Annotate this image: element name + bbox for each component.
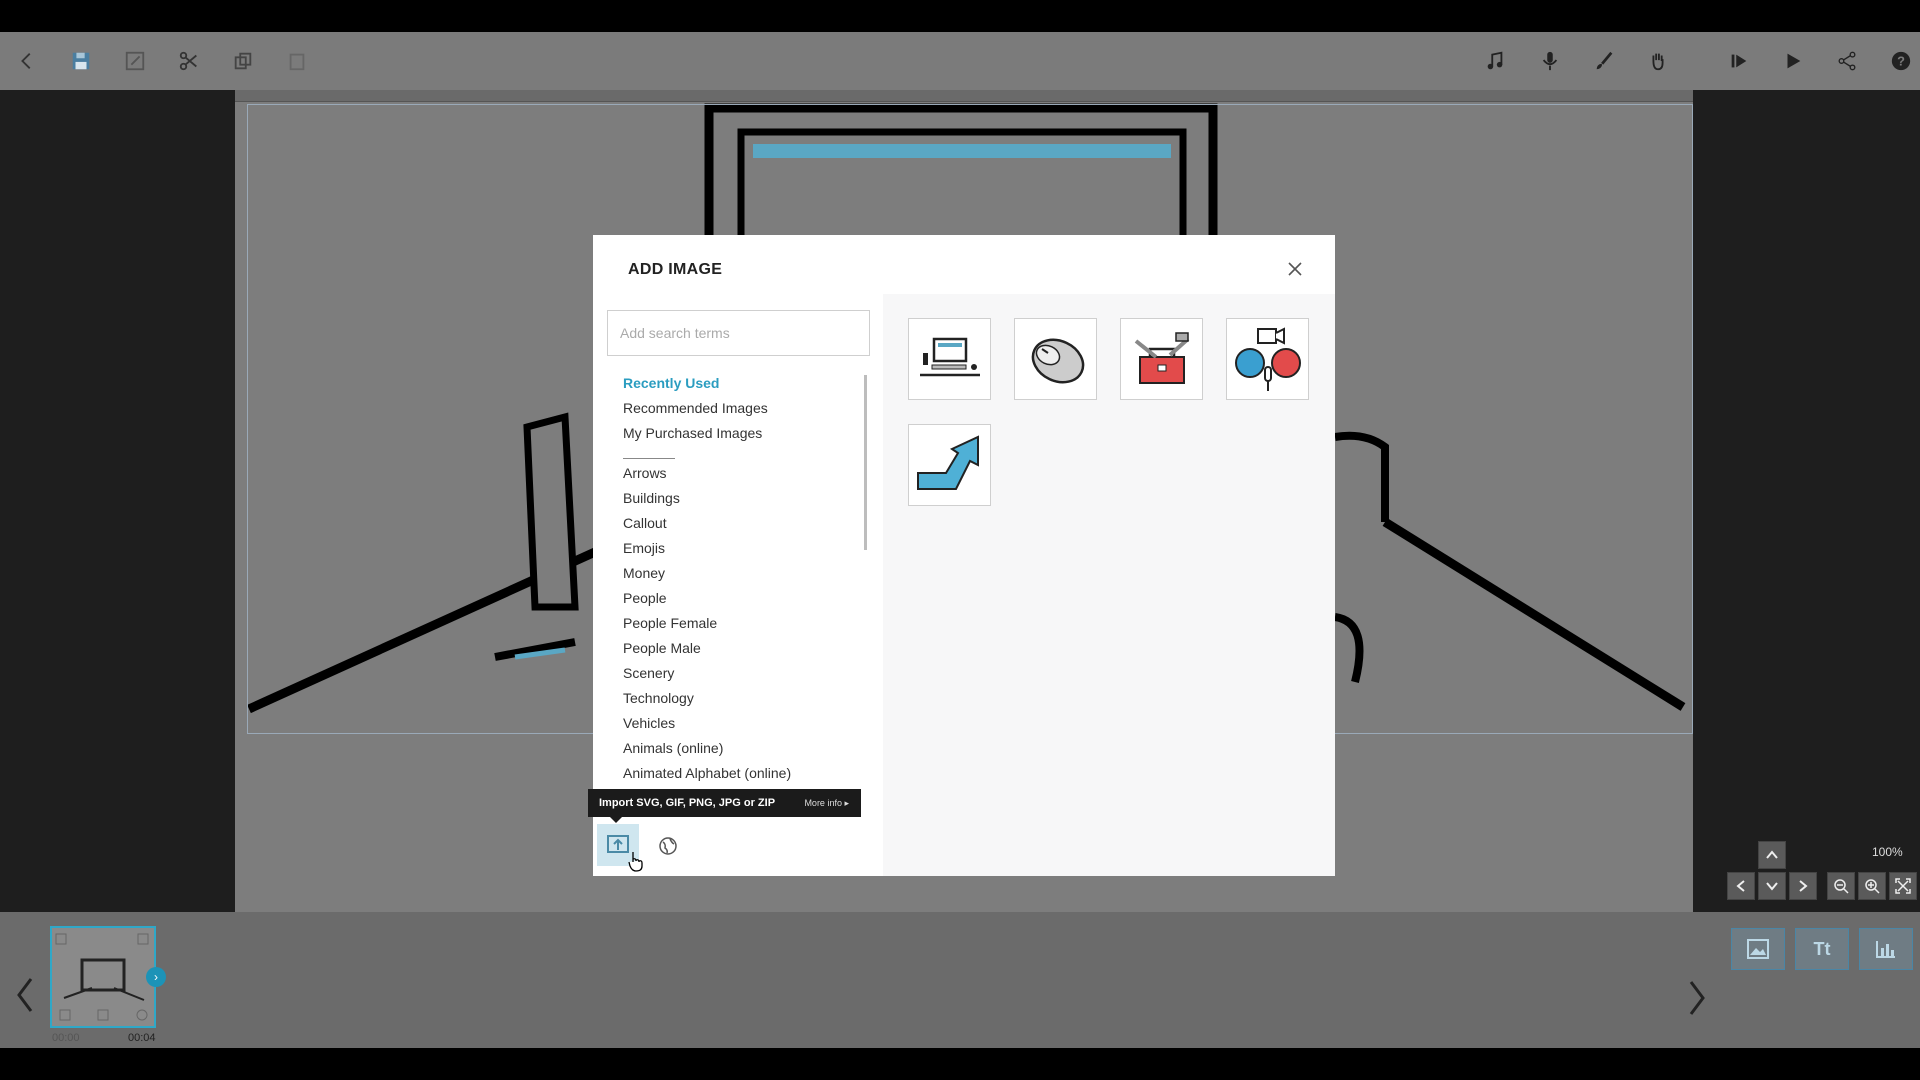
computer-desk-image[interactable] xyxy=(908,318,991,400)
scene-thumbnail[interactable] xyxy=(50,926,156,1028)
category-people[interactable]: People xyxy=(623,590,667,606)
right-gutter xyxy=(1693,90,1920,912)
top-toolbar: ? xyxy=(0,32,1920,90)
category-buildings[interactable]: Buildings xyxy=(623,490,680,506)
zoom-level: 100% xyxy=(1872,845,1903,859)
category-technology[interactable]: Technology xyxy=(623,690,694,706)
category-people-female[interactable]: People Female xyxy=(623,615,717,631)
more-info-link[interactable]: More info ▸ xyxy=(804,798,849,809)
thumbnail-expand-icon[interactable]: › xyxy=(146,967,166,987)
timeline-next-icon[interactable] xyxy=(1680,973,1714,1023)
start-time: 00:00 xyxy=(52,1032,80,1044)
category-people-male[interactable]: People Male xyxy=(623,640,701,656)
tooltip-text: Import SVG, GIF, PNG, JPG or ZIP xyxy=(599,797,776,809)
chart-icon xyxy=(1876,941,1895,958)
help-icon[interactable]: ? xyxy=(1886,46,1916,76)
paste-icon[interactable] xyxy=(282,46,312,76)
letterbox-bottom xyxy=(0,1048,1920,1080)
timeline-prev-icon[interactable] xyxy=(8,970,42,1020)
category-my-purchased-images[interactable]: My Purchased Images xyxy=(623,425,762,441)
fit-screen-icon[interactable] xyxy=(1889,872,1917,900)
cut-icon[interactable] xyxy=(174,46,204,76)
category-animated-alphabet-online[interactable]: Animated Alphabet (online) xyxy=(623,765,791,781)
category-arrows[interactable]: Arrows xyxy=(623,465,667,481)
category-scenery[interactable]: Scenery xyxy=(623,665,674,681)
letterbox-top xyxy=(0,0,1920,32)
left-gutter xyxy=(0,90,235,912)
share-icon[interactable] xyxy=(1832,46,1862,76)
tooltip-arrow xyxy=(610,817,622,823)
category-callout[interactable]: Callout xyxy=(623,515,667,531)
zoom-in-icon[interactable] xyxy=(1858,872,1886,900)
save-icon[interactable] xyxy=(66,46,96,76)
add-text-label: Tt xyxy=(1813,938,1831,959)
end-time: 00:04 xyxy=(128,1032,156,1044)
add-chart-button[interactable] xyxy=(1859,928,1913,970)
category-list: Recently Used Recommended Images My Purc… xyxy=(607,375,877,785)
back-icon[interactable] xyxy=(12,46,42,76)
hand-cursor-icon xyxy=(628,852,643,872)
category-money[interactable]: Money xyxy=(623,565,665,581)
toolbox-image[interactable] xyxy=(1120,318,1203,400)
pan-right-icon[interactable] xyxy=(1789,872,1817,900)
pan-up-icon[interactable] xyxy=(1758,841,1786,869)
svg-text:?: ? xyxy=(1897,54,1905,69)
play-from-icon[interactable] xyxy=(1724,46,1754,76)
hand-icon[interactable] xyxy=(1643,46,1673,76)
top-ruler xyxy=(235,90,1693,102)
image-results-panel xyxy=(883,294,1335,876)
more-info-label: More info xyxy=(804,797,842,808)
category-scrollbar[interactable] xyxy=(864,375,867,550)
image-icon xyxy=(1747,939,1769,959)
arrow-up-right-image[interactable] xyxy=(908,424,991,506)
timeline-panel: › 00:00 00:04 Tt xyxy=(0,912,1920,1048)
category-animals-online[interactable]: Animals (online) xyxy=(623,740,723,756)
pan-down-icon[interactable] xyxy=(1758,872,1786,900)
search-input[interactable] xyxy=(607,310,870,356)
category-recently-used[interactable]: Recently Used xyxy=(623,375,719,391)
brush-icon[interactable] xyxy=(1589,46,1619,76)
add-text-button[interactable]: Tt xyxy=(1795,928,1849,970)
pan-left-icon[interactable] xyxy=(1727,872,1755,900)
save-as-icon[interactable] xyxy=(120,46,150,76)
import-tooltip: Import SVG, GIF, PNG, JPG or ZIP More in… xyxy=(588,789,861,823)
app-root: ? › 00:00 00:04 Tt 100% ADD IMAGE Add se… xyxy=(0,0,1920,1080)
music-icon[interactable] xyxy=(1480,46,1510,76)
globe-icon[interactable] xyxy=(655,833,681,859)
copy-icon[interactable] xyxy=(228,46,258,76)
add-image-button[interactable] xyxy=(1731,928,1785,970)
close-icon[interactable] xyxy=(1283,257,1307,281)
video-interview-image[interactable] xyxy=(1226,318,1309,400)
computer-mouse-image[interactable] xyxy=(1014,318,1097,400)
add-image-dialog: ADD IMAGE Recently Used Recommended Imag… xyxy=(588,235,1335,876)
play-icon[interactable] xyxy=(1778,46,1808,76)
zoom-out-icon[interactable] xyxy=(1827,872,1855,900)
dialog-title: ADD IMAGE xyxy=(628,261,723,278)
category-recommended-images[interactable]: Recommended Images xyxy=(623,400,768,416)
microphone-icon[interactable] xyxy=(1535,46,1565,76)
category-divider xyxy=(623,458,675,459)
category-vehicles[interactable]: Vehicles xyxy=(623,715,675,731)
category-emojis[interactable]: Emojis xyxy=(623,540,665,556)
